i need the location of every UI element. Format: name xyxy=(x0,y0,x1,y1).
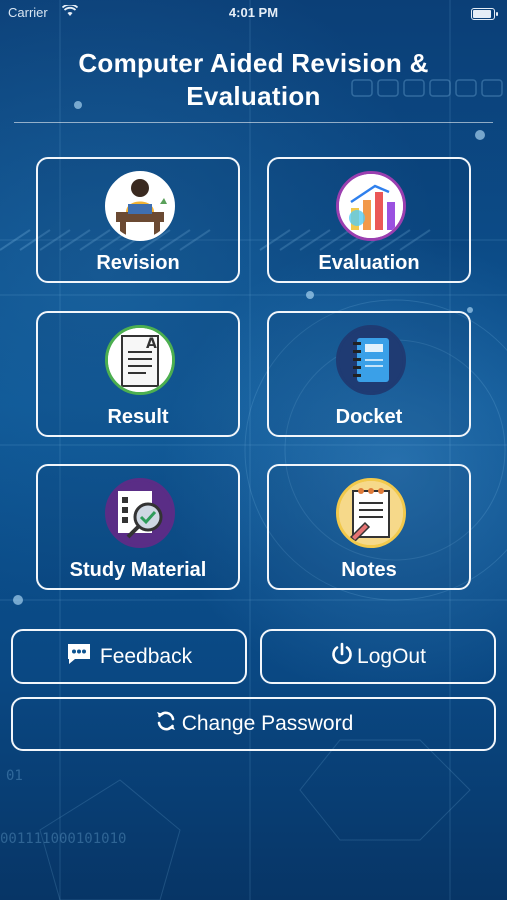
feedback-button[interactable]: Feedback xyxy=(11,629,247,684)
tile-study-material-label: Study Material xyxy=(69,559,207,581)
tile-evaluation[interactable]: Evaluation xyxy=(267,157,471,283)
chat-bubble-icon xyxy=(66,642,92,672)
title-divider xyxy=(14,122,493,123)
tile-evaluation-label: Evaluation xyxy=(318,252,420,274)
change-password-button-label: Change Password xyxy=(181,712,354,735)
graded-paper-icon: A xyxy=(105,325,175,395)
change-password-button[interactable]: Change Password xyxy=(11,697,496,751)
page-title: Computer Aided Revision & Evaluation xyxy=(0,47,507,113)
tile-revision[interactable]: Revision xyxy=(36,157,240,283)
page-title-line2: Evaluation xyxy=(186,81,321,111)
logout-button-label: LogOut xyxy=(357,644,426,668)
analytics-chart-icon xyxy=(336,171,406,241)
svg-text:01: 01 xyxy=(6,768,23,784)
svg-text:A: A xyxy=(146,336,157,352)
status-bar: Carrier 4:01 PM xyxy=(0,0,507,26)
battery-icon xyxy=(471,8,498,20)
feedback-button-label: Feedback xyxy=(99,644,193,668)
tile-docket[interactable]: Docket xyxy=(267,311,471,437)
power-icon xyxy=(330,642,354,672)
tile-result[interactable]: A Result xyxy=(36,311,240,437)
logout-button[interactable]: LogOut xyxy=(260,629,496,684)
tile-revision-label: Revision xyxy=(96,252,180,274)
notebook-icon xyxy=(336,325,406,395)
refresh-icon xyxy=(154,709,178,739)
status-time: 4:01 PM xyxy=(228,5,279,20)
notepad-pencil-icon xyxy=(336,478,406,548)
tile-result-label: Result xyxy=(107,406,169,428)
page-title-line1: Computer Aided Revision & xyxy=(78,48,429,78)
tile-notes-label: Notes xyxy=(341,559,397,581)
tile-notes[interactable]: Notes xyxy=(267,464,471,590)
svg-text:001111000101010: 001111000101010 xyxy=(0,831,126,847)
tech-background: 01 001111000101010 xyxy=(0,0,507,900)
tile-docket-label: Docket xyxy=(335,406,403,428)
document-magnifier-icon xyxy=(105,478,175,548)
student-at-desk-icon xyxy=(105,171,175,241)
tile-study-material[interactable]: Study Material xyxy=(36,464,240,590)
